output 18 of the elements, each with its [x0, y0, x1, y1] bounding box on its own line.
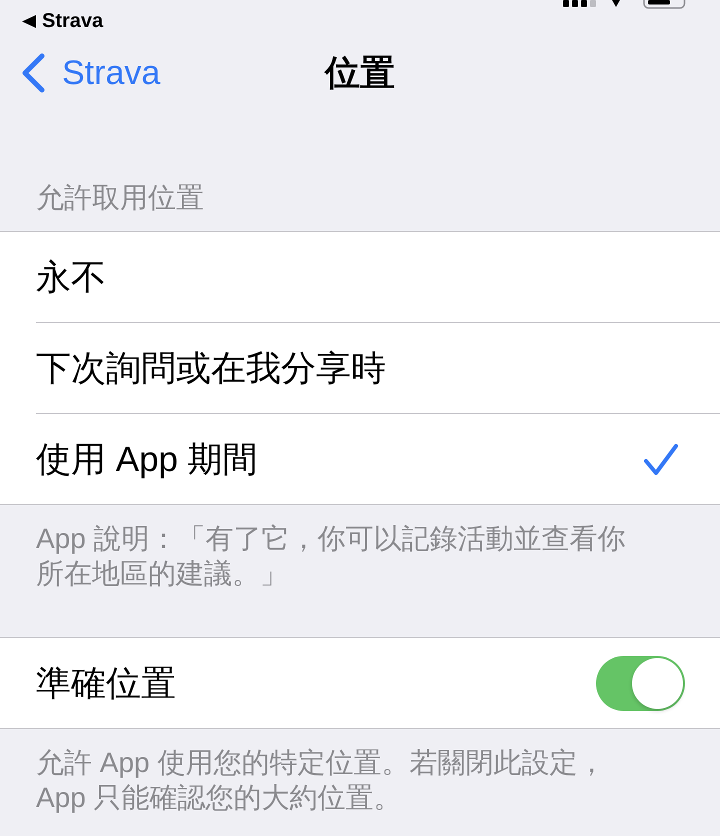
- option-row[interactable]: 永不: [0, 232, 720, 323]
- option-row[interactable]: 下次詢問或在我分享時: [0, 323, 720, 414]
- checkmark-icon: [643, 442, 679, 476]
- back-triangle-icon: [22, 14, 36, 28]
- options-footer-text: App 說明：「有了它，你可以記錄活動並查看你所在地區的建議。」: [35, 522, 627, 591]
- back-to-app-label[interactable]: Strava: [42, 10, 104, 32]
- option-row[interactable]: 使用 App 期間: [0, 414, 720, 504]
- section-header: 允許取用位置: [35, 181, 205, 215]
- signal-icon: [563, 0, 598, 7]
- back-button[interactable]: Strava: [0, 53, 160, 93]
- precise-footer-text: 允許 App 使用您的特定位置。若關閉此設定，App 只能確認您的大約位置。: [35, 746, 606, 815]
- page-title: 位置: [325, 52, 395, 94]
- battery-icon: [643, 0, 687, 9]
- toggle-switch[interactable]: [596, 656, 685, 710]
- chevron-left-icon: [20, 53, 46, 93]
- back-label: Strava: [62, 54, 160, 92]
- precise-location-label: 準確位置: [36, 662, 176, 704]
- wifi-icon: [611, 0, 621, 7]
